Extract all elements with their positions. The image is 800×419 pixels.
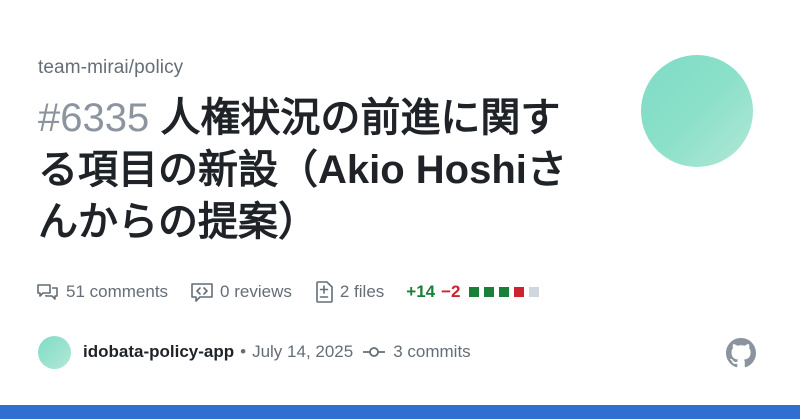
comment-icon [37, 284, 58, 300]
diff-square-neutral [528, 287, 539, 297]
files-stat[interactable]: 2 files [314, 281, 384, 303]
accent-bar [0, 405, 800, 419]
code-review-icon [191, 283, 213, 302]
files-count: 2 files [339, 282, 385, 301]
repo-name[interactable]: team-mirai/policy [38, 57, 183, 79]
author-avatar[interactable] [38, 335, 71, 369]
additions-count: +14 [406, 282, 436, 301]
author-name[interactable]: idobata-policy-app [83, 342, 234, 362]
reviews-count: 0 reviews [220, 282, 292, 301]
pr-number: #6335 [38, 96, 150, 140]
pr-title: #6335 人権状況の前進に関する項目の新設（Akio Hoshiさんからの提案… [38, 92, 598, 248]
diff-square-add [498, 287, 509, 297]
commits-count: 3 commits [393, 342, 471, 361]
pr-stats: 51 comments 0 reviews 2 files +14 −2 [36, 280, 544, 304]
file-diff-icon [316, 281, 333, 303]
comments-stat[interactable]: 51 comments [36, 282, 168, 302]
reviews-stat[interactable]: 0 reviews [190, 282, 292, 302]
separator-dot: • [240, 342, 247, 361]
github-logo-icon[interactable] [726, 338, 756, 368]
git-commit-icon [363, 347, 386, 357]
diff-bar [468, 282, 544, 302]
pr-date: July 14, 2025 [252, 342, 354, 361]
diff-square-add [468, 287, 479, 297]
comments-count: 51 comments [66, 282, 169, 301]
pr-meta: idobata-policy-app • July 14, 2025 3 com… [38, 335, 471, 369]
diff-square-add [483, 287, 494, 297]
diff-square-del [513, 287, 524, 297]
repo-owner-avatar [641, 55, 753, 167]
deletions-count: −2 [441, 282, 461, 301]
